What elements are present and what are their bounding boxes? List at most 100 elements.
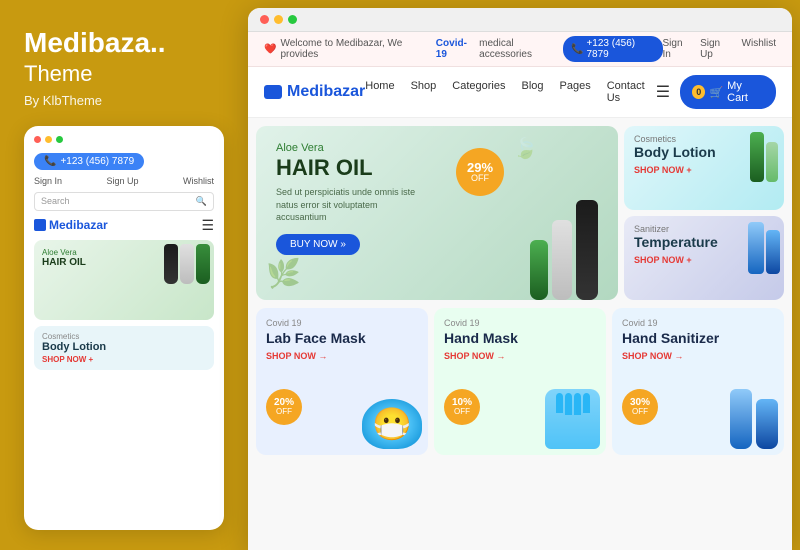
product-title-1: Hand Mask bbox=[444, 330, 596, 347]
nav-right: ☰ 0 🛒 My Cart bbox=[656, 75, 776, 109]
hero-bottle-small bbox=[530, 240, 548, 300]
logo-icon bbox=[264, 85, 282, 99]
mobile-preview-card: 📞 +123 (456) 7879 Sign In Sign Up Wishli… bbox=[24, 126, 224, 530]
hero-subtitle: Aloe Vera bbox=[276, 142, 598, 154]
notif-right: Sign In Sign Up Wishlist bbox=[663, 38, 777, 60]
brand-title: Medibaza.. bbox=[24, 28, 224, 59]
product-card-0: Covid 19 Lab Face Mask SHOP NOW → 20% OF… bbox=[256, 308, 428, 455]
browser-dot-red bbox=[260, 15, 269, 24]
sanitizer-bottle-2 bbox=[756, 399, 778, 449]
brand-subtitle: Theme bbox=[24, 61, 224, 87]
cart-icon: 🛒 bbox=[709, 86, 723, 99]
cart-label: My Cart bbox=[727, 80, 764, 104]
mobile-search-placeholder: Search bbox=[41, 196, 70, 206]
dot-yellow bbox=[45, 136, 52, 143]
product-title-2: Hand Sanitizer bbox=[622, 330, 774, 347]
product-title-0: Lab Face Mask bbox=[266, 330, 418, 347]
notif-phone-button[interactable]: 📞 +123 (456) 7879 bbox=[563, 36, 662, 62]
site-logo: Medibazar bbox=[264, 83, 365, 101]
covid-link[interactable]: Covid-19 bbox=[436, 38, 475, 60]
product-covid-0: Covid 19 bbox=[266, 318, 418, 328]
mobile-wishlist[interactable]: Wishlist bbox=[183, 176, 214, 186]
finger-2 bbox=[565, 393, 572, 415]
mobile-signin[interactable]: Sign In bbox=[34, 176, 62, 186]
lotion-bottle-1 bbox=[750, 132, 764, 182]
nav-links: Home Shop Categories Blog Pages Contact … bbox=[365, 80, 655, 104]
main-content: Aloe Vera HAIR OIL Sed ut perspiciatis u… bbox=[248, 118, 792, 550]
bottle-green bbox=[196, 244, 210, 284]
product-shop-0[interactable]: SHOP NOW → bbox=[266, 351, 418, 361]
discount-label-1: OFF bbox=[454, 408, 470, 416]
hero-description: Sed ut perspiciatis unde omnis iste natu… bbox=[276, 186, 416, 224]
phone-icon: 📞 bbox=[44, 156, 56, 167]
notif-signup[interactable]: Sign Up bbox=[700, 38, 731, 60]
mobile-lotion-cat: Cosmetics bbox=[42, 332, 206, 341]
mobile-phone-button[interactable]: 📞 +123 (456) 7879 bbox=[34, 153, 144, 170]
product-discount-0: 20% OFF bbox=[266, 389, 302, 425]
product-img-0: 😷 bbox=[362, 399, 422, 449]
mobile-logo: Medibazar bbox=[34, 218, 108, 232]
nav-home[interactable]: Home bbox=[365, 80, 394, 104]
product-card-2: Covid 19 Hand Sanitizer SHOP NOW → 30% O… bbox=[612, 308, 784, 455]
nav-blog[interactable]: Blog bbox=[522, 80, 544, 104]
product-covid-2: Covid 19 bbox=[622, 318, 774, 328]
notif-welcome-text: Welcome to Medibazar, We provides bbox=[280, 38, 431, 60]
main-navigation: Medibazar Home Shop Categories Blog Page… bbox=[248, 67, 792, 118]
mobile-lotion-card: Cosmetics Body Lotion SHOP NOW + bbox=[34, 326, 214, 370]
hero-bottle-images bbox=[530, 200, 598, 300]
mobile-search-bar[interactable]: Search 🔍 bbox=[34, 192, 214, 211]
browser-dots bbox=[260, 15, 297, 24]
mobile-hamburger-icon[interactable]: ☰ bbox=[201, 217, 214, 234]
brand-by: By KlbTheme bbox=[24, 93, 224, 108]
product-shop-2[interactable]: SHOP NOW → bbox=[622, 351, 774, 361]
hero-banner: Aloe Vera HAIR OIL Sed ut perspiciatis u… bbox=[256, 126, 618, 300]
hero-bottle-mid bbox=[552, 220, 572, 300]
glove-fingers bbox=[556, 393, 590, 415]
hamburger-icon[interactable]: ☰ bbox=[656, 82, 670, 102]
sanitizer-bottle-img bbox=[748, 222, 780, 274]
notif-left: ❤️ Welcome to Medibazar, We provides Cov… bbox=[264, 38, 563, 60]
buy-now-button[interactable]: BUY NOW » bbox=[276, 234, 360, 255]
mobile-hero-banner: Aloe Vera HAIR OIL bbox=[34, 240, 214, 320]
mobile-phone-number: +123 (456) 7879 bbox=[60, 156, 134, 167]
finger-1 bbox=[556, 393, 563, 413]
mobile-window-dots bbox=[34, 136, 214, 143]
discount-label-2: OFF bbox=[632, 408, 648, 416]
notif-wishlist[interactable]: Wishlist bbox=[742, 38, 776, 60]
logo-text: Medibazar bbox=[287, 83, 365, 101]
nav-pages[interactable]: Pages bbox=[560, 80, 591, 104]
nav-contact[interactable]: Contact Us bbox=[607, 80, 656, 104]
hero-leaf2-icon: 🍃 bbox=[513, 136, 538, 161]
hero-discount-label: OFF bbox=[471, 174, 489, 183]
cart-count-badge: 0 bbox=[692, 85, 705, 99]
side-card-sanitizer: Sanitizer Temperature SHOP NOW + bbox=[624, 216, 784, 300]
bottle-dark bbox=[164, 244, 178, 284]
browser-dot-green bbox=[288, 15, 297, 24]
side-cards: Cosmetics Body Lotion SHOP NOW + Sanitiz… bbox=[624, 126, 784, 300]
product-img-2 bbox=[730, 389, 778, 449]
hero-title: HAIR OIL bbox=[276, 156, 598, 180]
browser-dot-yellow bbox=[274, 15, 283, 24]
mobile-search-icon: 🔍 bbox=[196, 196, 207, 207]
notif-phone-number: +123 (456) 7879 bbox=[586, 38, 654, 60]
product-covid-1: Covid 19 bbox=[444, 318, 596, 328]
mobile-hero-bottles bbox=[164, 244, 210, 284]
product-img-1 bbox=[545, 389, 600, 449]
mobile-lotion-shop[interactable]: SHOP NOW + bbox=[42, 355, 206, 364]
discount-label-0: OFF bbox=[276, 408, 292, 416]
hero-bottle-tall bbox=[576, 200, 598, 300]
browser-content: ❤️ Welcome to Medibazar, We provides Cov… bbox=[248, 32, 792, 550]
hero-discount-badge: 29% OFF bbox=[456, 148, 504, 196]
notif-signin[interactable]: Sign In bbox=[663, 38, 691, 60]
dot-red bbox=[34, 136, 41, 143]
cart-button[interactable]: 0 🛒 My Cart bbox=[680, 75, 776, 109]
browser-titlebar bbox=[248, 8, 792, 32]
product-discount-2: 30% OFF bbox=[622, 389, 658, 425]
sanitizer-bottle-shape bbox=[730, 389, 752, 449]
nav-categories[interactable]: Categories bbox=[452, 80, 505, 104]
nav-shop[interactable]: Shop bbox=[411, 80, 437, 104]
mobile-lotion-title: Body Lotion bbox=[42, 341, 206, 353]
mobile-signup[interactable]: Sign Up bbox=[107, 176, 139, 186]
product-shop-1[interactable]: SHOP NOW → bbox=[444, 351, 596, 361]
product-discount-1: 10% OFF bbox=[444, 389, 480, 425]
